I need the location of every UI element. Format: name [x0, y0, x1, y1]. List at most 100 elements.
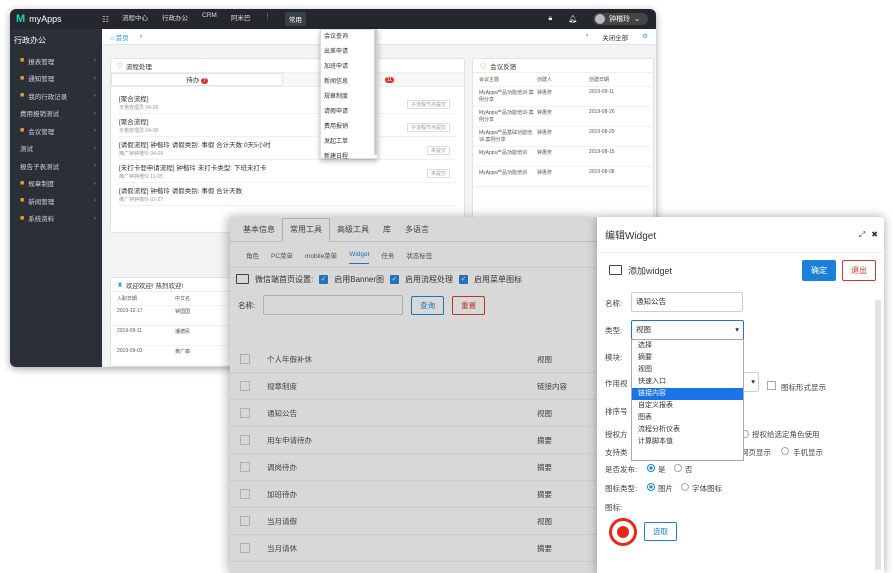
phone-show-radio[interactable] [781, 447, 789, 455]
publish-yes-radio[interactable] [647, 464, 655, 472]
cell-date: 2019-09-11 [117, 328, 143, 334]
close-icon[interactable]: ✖ [871, 230, 878, 240]
table-row[interactable]: 2019-12-17 钟国国 [111, 306, 239, 326]
nav-office[interactable]: 行政办公 [162, 12, 188, 26]
scrollbar[interactable] [374, 30, 377, 155]
type-option[interactable]: 计算脚本值 [632, 436, 743, 448]
sidebar-item[interactable]: 费用报销测试 ‹ [10, 105, 102, 123]
table-row[interactable]: MyApps产品功能培训 钟惠芳 2019-08-08 [473, 167, 653, 187]
icon-label: 图标: [605, 503, 623, 512]
sidebar-item[interactable]: ■ 通知管理 ‹ [10, 70, 102, 88]
icon-style-label: 图标形式显示 [781, 383, 826, 392]
todo-badge: 7 [201, 78, 208, 84]
user-menu[interactable]: 钟楷玲 ⌄ [593, 13, 648, 25]
grid-menu-icon[interactable]: ☷ [102, 15, 116, 24]
sidebar-item[interactable]: 报告子表测试 ‹ [10, 157, 102, 175]
icon-type-font-radio[interactable] [681, 483, 689, 491]
type-option[interactable]: 流程分析仪表 [632, 424, 743, 436]
sidebar-item[interactable]: ■ 新闻管理 ‹ [10, 192, 102, 210]
nav-amoeba[interactable]: 阿米巴 [231, 12, 251, 26]
gear-icon[interactable]: ⚙ [642, 32, 648, 42]
chevron-left-icon[interactable]: ‹ [140, 33, 142, 40]
list-item[interactable]: [请假流程] 钟楷玲 请假类别: 事假 合计天数:0天5小时 推广钟钟楷玲 04-… [119, 137, 456, 160]
dialog-buttons: 确定 退出 [802, 259, 884, 281]
type-option[interactable]: 摘要 [632, 352, 743, 364]
chevron-left-icon: ‹ [93, 162, 96, 170]
table-row[interactable]: MyApps产品功能培训 钟惠芳 2019-08-15 [473, 147, 653, 167]
list-item[interactable]: [聚合流程] 天格管理员 04-08 子流程节点提交 [119, 114, 456, 137]
nav-common[interactable]: 常用 [284, 12, 306, 26]
icon-type-font-label: 字体图标 [692, 484, 722, 493]
nav-crm[interactable]: CRM [202, 12, 217, 26]
menu-item[interactable]: 发起工单 [321, 135, 377, 150]
expand-icon[interactable]: ⤢ [859, 230, 865, 240]
flow-item-title: [聚合流程] [119, 119, 149, 126]
menu-item[interactable]: 新闻信息 [321, 75, 377, 90]
dialog-scrollbar[interactable] [875, 300, 881, 570]
sidebar-item[interactable]: 测试 ‹ [10, 140, 102, 158]
type-label: 类型: [605, 326, 623, 335]
icon-style-checkbox[interactable] [767, 381, 776, 390]
sidebar-item[interactable]: ■ 系统资料 ‹ [10, 210, 102, 228]
sidebar-item[interactable]: ■ 报表管理 ‹ [10, 52, 102, 70]
cell-topic: MyApps产品功能培训-案例分享 [479, 110, 534, 123]
list-item[interactable]: [请假流程] 钟楷玲 请假类别: 事假 合计天数 推广钟钟楷玲 02-27 [119, 183, 456, 206]
publish-no-label: 否 [685, 465, 693, 474]
name-field[interactable]: 通知公告 [631, 292, 743, 312]
table-row[interactable]: 2019-09-11 潘德民 [111, 326, 239, 346]
brand-logo[interactable]: MmyApps [10, 13, 102, 25]
menu-item[interactable]: 规章制度 [321, 90, 377, 105]
table-row[interactable]: MyApps产品功能培训-案例分享 钟惠芳 2019-08-26 [473, 107, 653, 127]
cell-name: 黄广森 [175, 349, 191, 355]
flow-panel-header: ♡ 流程处理 [111, 59, 464, 73]
meeting-panel-header: 💬︎ 会议反馈 [473, 59, 653, 73]
cell-topic: MyApps产品功能培训 [479, 150, 528, 156]
exit-button[interactable]: 退出 [842, 259, 876, 281]
sidebar-item[interactable]: ■ 规章制度 ‹ [10, 175, 102, 193]
sidebar-item[interactable]: ■ 我的行政记录 ‹ [10, 87, 102, 105]
sidebar-item[interactable]: ■ 会议管理 ‹ [10, 122, 102, 140]
type-option[interactable]: 自定义报表 [632, 400, 743, 412]
close-all-button[interactable]: 关闭全部 [602, 32, 628, 42]
sidebar-item-label: 会议管理 [28, 128, 55, 136]
menu-item[interactable]: 加班申请 [321, 60, 377, 75]
flow-item-tag: 子流程节点提交 [406, 123, 450, 132]
list-item[interactable]: [聚合流程] 天格管理员 04-08 子流程节点提交 [119, 91, 456, 114]
chevron-left-icon: ‹ [93, 74, 96, 82]
publish-no-radio[interactable] [674, 464, 682, 472]
bell-icon[interactable]: 🔔︎ [568, 15, 577, 23]
chevron-right-icon[interactable]: › [586, 32, 588, 42]
module-label: 模块: [605, 353, 623, 362]
menu-item[interactable]: 新建日程 [321, 150, 377, 160]
icon-type-pic-radio[interactable] [647, 483, 655, 491]
type-option-selected[interactable]: 链接内容 [632, 388, 743, 400]
more-icon[interactable]: ⋮ [264, 12, 271, 26]
cell-creator: 钟惠芳 [537, 110, 553, 116]
type-option[interactable]: 视图 [632, 364, 743, 376]
menu-item[interactable]: 请假申请 [321, 105, 377, 120]
widget-config-window: 基本信息 常用工具 高级工具 库 多语言 角色 PC菜单 mobile菜单 Wi… [230, 217, 597, 573]
lock-icon[interactable]: 🔒︎ [549, 15, 553, 23]
publish-label: 是否发布: [605, 465, 638, 474]
table-row[interactable]: 2019-09-03 黄广森 [111, 346, 239, 366]
type-option[interactable]: 选择 [632, 340, 743, 352]
nav-flow-center[interactable]: 流程中心 [122, 12, 148, 26]
choose-button[interactable]: 选取 [644, 522, 677, 541]
type-option[interactable]: 图表 [632, 412, 743, 424]
type-option[interactable]: 快速入口 [632, 376, 743, 388]
table-row[interactable]: MyApps产品功能培训-案例分享 钟惠芳 2019-09-11 [473, 87, 653, 107]
flow-item-title: [聚合流程] [119, 96, 149, 103]
cell-topic: MyApps产品基础功能培训-案例分享 [479, 130, 533, 143]
menu-item[interactable]: 费用报销 [321, 120, 377, 135]
list-item[interactable]: [未打卡登申请流程] 钟楷玲 未打卡类型: 下班未打卡 推广钟钟楷玲 11-05 未… [119, 160, 456, 183]
flow-panel-title: 流程处理 [125, 63, 152, 71]
home-tab[interactable]: ⌂ 首页 [102, 32, 140, 42]
menu-item[interactable]: 出差申请 [321, 45, 377, 60]
table-row[interactable]: MyApps产品基础功能培训-案例分享 钟惠芳 2019-08-29 [473, 127, 653, 147]
sidebar-item-label: 报表管理 [28, 58, 55, 66]
type-select[interactable]: 视图 ▾ [631, 320, 744, 340]
chevron-left-icon: ‹ [93, 57, 96, 65]
menu-item[interactable]: 会议查询 [321, 30, 377, 45]
tab-todo[interactable]: 待办 7 [111, 73, 283, 86]
confirm-button[interactable]: 确定 [802, 259, 836, 281]
